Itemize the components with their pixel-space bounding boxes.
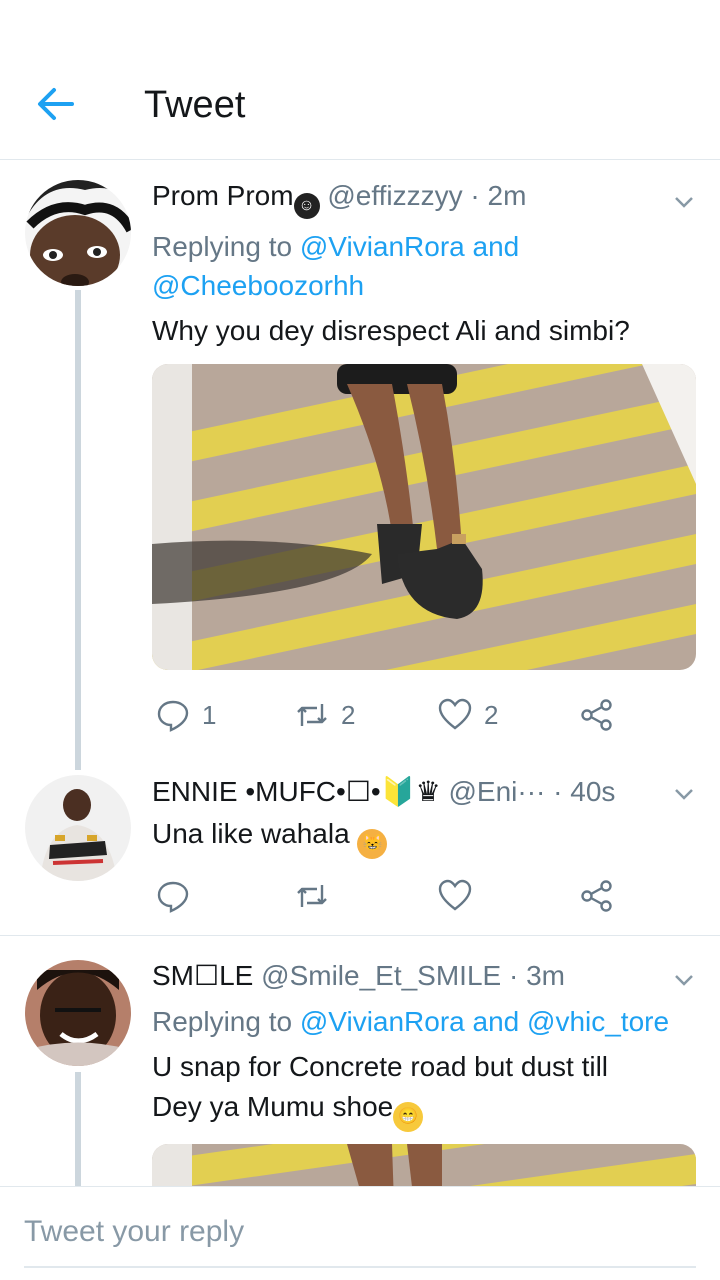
tweet-image[interactable] bbox=[152, 1144, 696, 1186]
moon-emoji-icon: ☺ bbox=[293, 193, 320, 219]
replying-to: Replying to @VivianRora and @Cheeboozorh… bbox=[152, 231, 520, 301]
reply-icon bbox=[157, 700, 189, 732]
handle[interactable]: @Eni··· bbox=[448, 776, 545, 807]
tweet-3[interactable]: SM☐LE @Smile_Et_SMILE · 3m Replying to @… bbox=[0, 936, 720, 1186]
handle[interactable]: @effizzzyy bbox=[327, 180, 462, 211]
grinning-emoji-icon: 😁 bbox=[393, 1102, 424, 1132]
display-name[interactable]: ENNIE •MUFC•☐•🔰♛ bbox=[152, 776, 441, 807]
like-button[interactable]: 2 bbox=[438, 695, 498, 735]
mention-link[interactable]: @Cheeboozorhh bbox=[152, 270, 364, 301]
avatar-smile[interactable] bbox=[25, 960, 131, 1066]
timestamp: · 40s bbox=[553, 776, 616, 807]
heart-icon bbox=[438, 879, 472, 911]
like-button[interactable] bbox=[438, 876, 472, 916]
like-count: 2 bbox=[484, 699, 499, 730]
share-icon bbox=[581, 880, 612, 912]
top-bar: Tweet bbox=[0, 0, 720, 160]
avatar-ennie[interactable] bbox=[25, 775, 131, 881]
reply-icon bbox=[157, 881, 189, 913]
chevron-down-icon[interactable] bbox=[670, 966, 698, 994]
chevron-down-icon[interactable] bbox=[670, 188, 698, 216]
grinning-cat-emoji-icon: 😸 bbox=[357, 829, 388, 859]
tweet-2[interactable]: ENNIE •MUFC•☐•🔰♛ @Eni··· · 40s Una like … bbox=[0, 770, 720, 935]
mention-link[interactable]: @VivianRora and bbox=[300, 231, 519, 262]
retweet-button[interactable] bbox=[295, 876, 329, 916]
retweet-icon bbox=[297, 885, 327, 907]
tweet-actions: 1 2 2 bbox=[152, 695, 697, 735]
mention-link[interactable]: @VivianRora and @vhic_tore bbox=[300, 1006, 669, 1037]
handle[interactable]: @Smile_Et_SMILE bbox=[261, 960, 501, 991]
avatar-prom-prom[interactable] bbox=[25, 180, 131, 286]
retweet-icon bbox=[297, 704, 327, 726]
reply-count: 1 bbox=[202, 699, 217, 730]
tweet-text-line-1: U snap for Concrete road but dust till bbox=[152, 1051, 609, 1082]
tweet-image[interactable] bbox=[152, 364, 696, 670]
replying-to: Replying to @VivianRora and @vhic_tore bbox=[152, 1006, 670, 1037]
share-button[interactable] bbox=[580, 695, 614, 735]
reply-button[interactable] bbox=[156, 876, 190, 916]
timestamp: · 2m bbox=[470, 180, 527, 211]
tweet-actions bbox=[152, 876, 697, 916]
reply-input[interactable]: Tweet your reply bbox=[24, 1215, 244, 1249]
share-icon bbox=[581, 699, 612, 731]
thread-line bbox=[75, 290, 81, 770]
tweet-1[interactable]: Prom Prom ☺ @effizzzyy · 2m Replying to @… bbox=[0, 160, 720, 770]
retweet-count: 2 bbox=[341, 699, 356, 730]
tweet-text: Una like wahala bbox=[152, 818, 350, 849]
input-underline bbox=[24, 1266, 696, 1268]
chevron-down-icon[interactable] bbox=[670, 780, 698, 808]
retweet-button[interactable]: 2 bbox=[295, 695, 355, 735]
display-name[interactable]: SM☐LE bbox=[152, 960, 253, 991]
tweet-text-line-2: Dey ya Mumu shoe bbox=[152, 1091, 394, 1122]
timestamp: · 3m bbox=[509, 960, 565, 991]
page-title: Tweet bbox=[144, 84, 246, 126]
reply-compose-bar: Tweet your reply bbox=[0, 1186, 720, 1280]
thread-line bbox=[75, 1072, 81, 1186]
share-button[interactable] bbox=[580, 876, 614, 916]
heart-icon bbox=[438, 698, 472, 730]
display-name[interactable]: Prom Prom bbox=[152, 180, 294, 211]
tweet-text: Why you dey disrespect Ali and simbi? bbox=[152, 315, 630, 346]
reply-button[interactable]: 1 bbox=[156, 695, 216, 735]
back-arrow-icon[interactable] bbox=[36, 84, 76, 124]
